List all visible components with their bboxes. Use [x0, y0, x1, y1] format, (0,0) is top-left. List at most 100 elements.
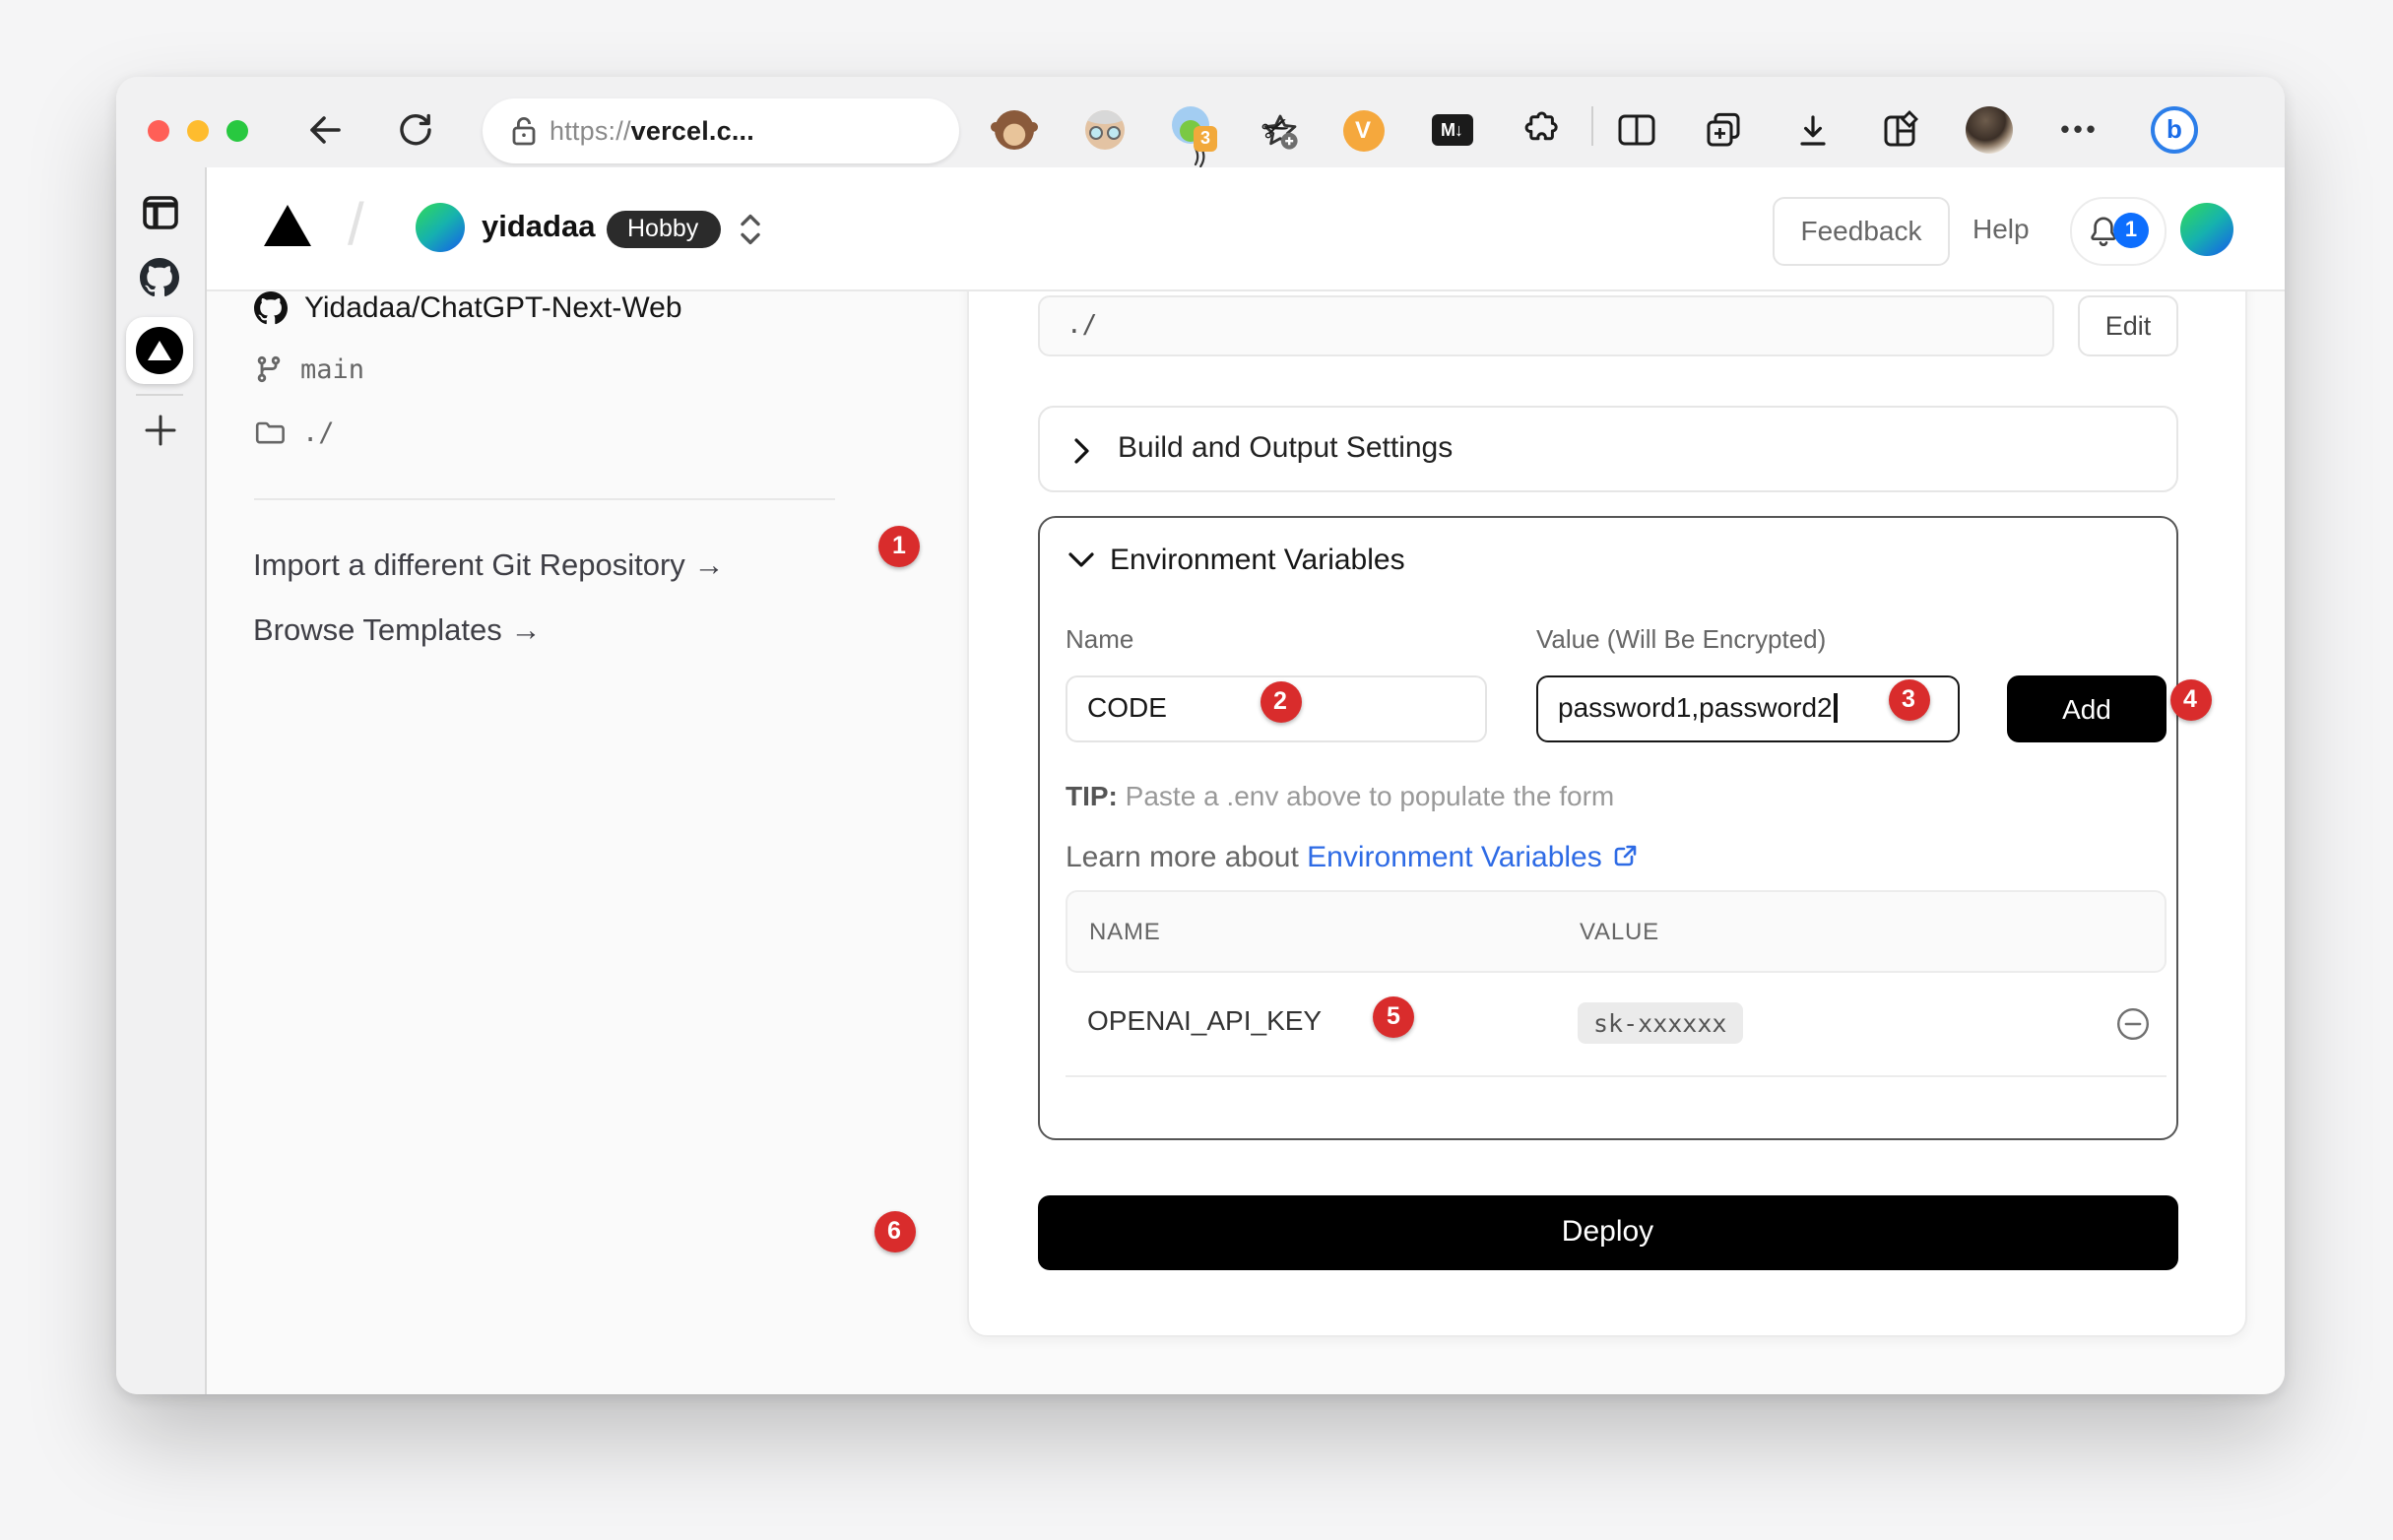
github-icon: [141, 258, 180, 297]
toolbar-divider: [1591, 106, 1593, 146]
download-icon: [1793, 111, 1831, 149]
lock-icon: [508, 113, 540, 147]
chevron-down-icon[interactable]: [1067, 550, 1094, 568]
folder-icon: [253, 417, 285, 447]
annotation-badge-2: 2: [1260, 681, 1301, 723]
github-icon: [253, 290, 287, 324]
split-screen-icon: [1617, 112, 1656, 148]
more-menu-button[interactable]: •••: [2054, 104, 2105, 156]
scope-selector-chevrons[interactable]: [738, 211, 761, 248]
browse-templates-link[interactable]: Browse Templates →: [253, 614, 541, 650]
annotation-badge-1: 1: [878, 526, 920, 567]
close-window-button[interactable]: [147, 119, 168, 141]
puzzle-icon: [1520, 110, 1560, 150]
notifications-button[interactable]: 1: [2070, 196, 2167, 265]
env-row-value-chip: sk-xxxxxx: [1578, 1001, 1742, 1043]
vercel-logo[interactable]: [264, 205, 311, 246]
refresh-icon[interactable]: [397, 112, 432, 148]
downloads-button[interactable]: [1786, 104, 1838, 156]
git-branch-icon: [253, 354, 283, 384]
vercel-page: / yidadaa Hobby Feedback Help 1: [206, 167, 2285, 1394]
env-docs-link[interactable]: Environment Variables: [1307, 840, 1602, 873]
collections-icon: [1704, 110, 1743, 150]
env-row-name: OPENAI_API_KEY: [1087, 1003, 1322, 1035]
repo-name: Yidadaa/ChatGPT-Next-Web: [304, 290, 682, 324]
external-link-icon: [1610, 842, 1638, 867]
env-table-header-name: NAME: [1089, 891, 1161, 970]
import-different-repo-link[interactable]: Import a different Git Repository →: [253, 549, 724, 585]
root-path: ./: [302, 417, 335, 448]
root-directory-input[interactable]: ./: [1037, 295, 2054, 356]
minimize-window-button[interactable]: [186, 119, 208, 141]
remove-env-var-button[interactable]: [2114, 1005, 2150, 1041]
sidebar-item-vercel-active[interactable]: [126, 316, 193, 383]
split-screen-button[interactable]: [1611, 104, 1662, 156]
extension-count-badge: 3: [1194, 126, 1217, 152]
env-tip: TIP: Paste a .env above to populate the …: [1066, 779, 1614, 810]
annotation-badge-4: 4: [2169, 679, 2211, 721]
person-icon: [1085, 110, 1125, 150]
sidebar-divider: [136, 394, 183, 396]
extension-translate-icon[interactable]: 3: [1170, 104, 1221, 156]
screenshot-stage: https://vercel.c... A 3 ✂ V M↓: [0, 0, 2393, 1540]
bing-icon: b: [2151, 106, 2198, 154]
env-section-title[interactable]: Environment Variables: [1110, 543, 1405, 576]
sidebar-add-button[interactable]: [116, 414, 204, 447]
root-path-row: ./: [253, 414, 335, 451]
env-row-divider: [1066, 1075, 2167, 1077]
cat-avatar: [1966, 106, 2013, 154]
user-avatar[interactable]: [2179, 202, 2232, 255]
summary-divider: [253, 498, 834, 500]
ellipsis-icon: •••: [2060, 104, 2099, 156]
edge-sidebar: [116, 167, 206, 1394]
url-text: https://vercel.c...: [550, 97, 754, 162]
text-caret: [1835, 692, 1838, 722]
tip-label: TIP:: [1066, 779, 1118, 810]
back-icon[interactable]: [307, 112, 343, 148]
env-table-header: NAME VALUE: [1066, 889, 2167, 972]
profile-avatar[interactable]: [1964, 104, 2015, 156]
branch-row: main: [253, 351, 364, 388]
sidebar-item-github[interactable]: [116, 258, 204, 297]
add-env-var-button[interactable]: Add: [2007, 674, 2167, 741]
repo-summary-row: Yidadaa/ChatGPT-Next-Web: [253, 289, 682, 325]
vercel-header: / yidadaa Hobby Feedback Help 1: [206, 167, 2285, 291]
account-name[interactable]: yidadaa: [482, 167, 595, 289]
extension-monkey-icon[interactable]: [989, 104, 1040, 156]
annotation-badge-6: 6: [873, 1212, 915, 1253]
tip-text: Paste a .env above to populate the form: [1118, 779, 1614, 810]
address-bar[interactable]: https://vercel.c... A: [483, 97, 959, 162]
notification-count-badge: 1: [2113, 212, 2149, 247]
annotation-badge-3: 3: [1888, 679, 1929, 721]
browser-window: https://vercel.c... A 3 ✂ V M↓: [116, 77, 2285, 1394]
learn-more-prefix: Learn more about: [1066, 840, 1307, 873]
zoom-window-button[interactable]: [226, 119, 247, 141]
deploy-button[interactable]: Deploy: [1037, 1195, 2178, 1269]
configure-project-card: ./ Edit Build and Output Settings Enviro…: [967, 266, 2247, 1337]
extensions-menu-button[interactable]: [1515, 104, 1566, 156]
edit-button[interactable]: Edit: [2078, 295, 2178, 356]
vertical-tabs-icon: [142, 195, 179, 230]
vertical-tabs-button[interactable]: [116, 195, 204, 230]
url-scheme: https://: [550, 115, 631, 145]
extension-v-icon[interactable]: V: [1337, 104, 1389, 156]
bing-chat-button[interactable]: b: [2149, 104, 2200, 156]
help-link[interactable]: Help: [1973, 167, 2030, 289]
workspaces-button[interactable]: [1875, 104, 1926, 156]
monkey-icon: [995, 110, 1034, 150]
extension-scissors-icon[interactable]: ✂: [1251, 104, 1302, 156]
extension-markdown-icon[interactable]: M↓: [1426, 104, 1477, 156]
translate-icon: 3: [1172, 106, 1219, 154]
feedback-button[interactable]: Feedback: [1773, 196, 1950, 265]
v-icon: V: [1342, 109, 1384, 151]
team-avatar[interactable]: [415, 203, 464, 252]
build-output-settings-section[interactable]: Build and Output Settings: [1037, 406, 2178, 492]
url-host: vercel.c...: [631, 115, 754, 145]
collections-button[interactable]: [1698, 104, 1749, 156]
extension-person-icon[interactable]: [1079, 104, 1131, 156]
env-value-label: Value (Will Be Encrypted): [1536, 623, 1826, 653]
breadcrumb-slash: /: [348, 167, 364, 286]
browser-content: / yidadaa Hobby Feedback Help 1: [116, 167, 2285, 1394]
scissors-icon: ✂: [1257, 106, 1296, 153]
browser-toolbar: https://vercel.c... A 3 ✂ V M↓: [116, 77, 2285, 169]
